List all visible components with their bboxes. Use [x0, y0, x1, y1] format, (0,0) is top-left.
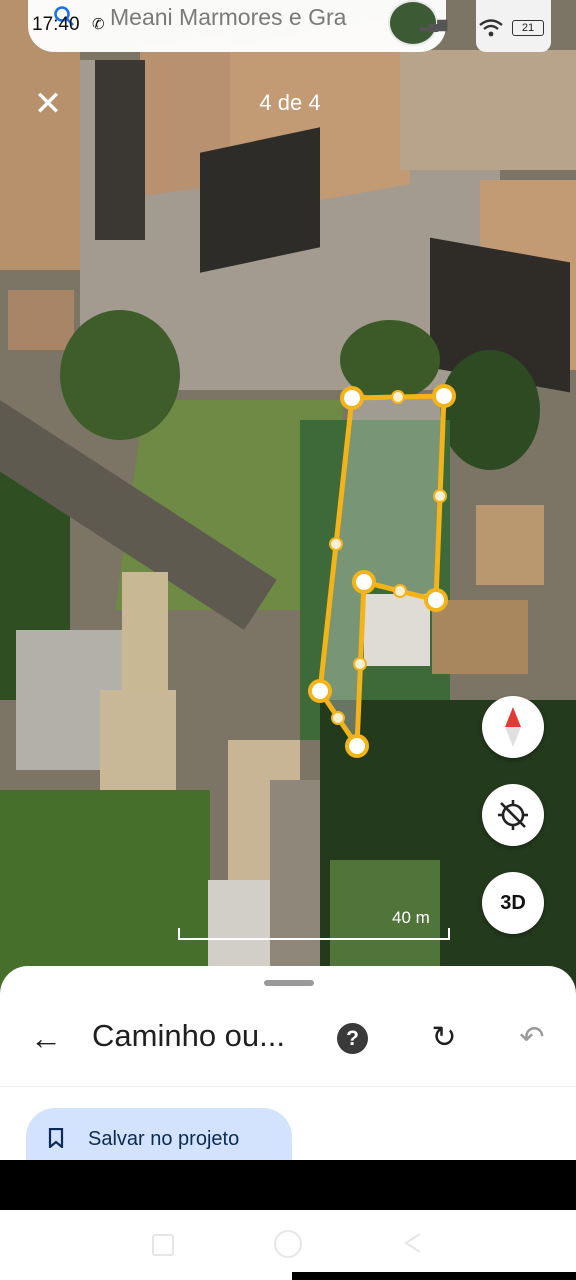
search-query[interactable]: Meani Marmores e Gra	[110, 4, 368, 31]
system-bar	[0, 1160, 576, 1210]
path-vertex[interactable]	[432, 384, 456, 408]
close-icon[interactable]: ✕	[28, 84, 68, 124]
wifi-icon	[479, 19, 503, 37]
back-nav-icon[interactable]	[402, 1232, 424, 1254]
path-midpoint[interactable]	[433, 489, 447, 503]
image-counter: 4 de 4	[259, 90, 321, 115]
signal-icon: ▂▄▆	[420, 16, 447, 31]
path-vertex[interactable]	[345, 734, 369, 758]
scale-label: 40 m	[392, 908, 430, 927]
path-vertex[interactable]	[340, 386, 364, 410]
scale-bar	[178, 928, 450, 940]
compass-button[interactable]	[482, 696, 544, 758]
path-midpoint[interactable]	[393, 584, 407, 598]
sheet-title: Caminho ou...	[92, 1018, 285, 1053]
path-midpoint[interactable]	[353, 657, 367, 671]
back-arrow-icon[interactable]: ←	[30, 1018, 66, 1058]
path-vertex[interactable]	[352, 570, 376, 594]
path-midpoint[interactable]	[391, 390, 405, 404]
system-strip	[292, 1272, 576, 1280]
path-area-fill	[320, 396, 444, 746]
help-icon[interactable]: ?	[337, 1023, 368, 1054]
whatsapp-icon: ✆	[92, 16, 105, 33]
path-midpoint[interactable]	[331, 711, 345, 725]
my-location-button[interactable]	[482, 784, 544, 846]
redo-icon[interactable]: ↻	[428, 1021, 460, 1055]
path-midpoint[interactable]	[329, 537, 343, 551]
sheet-drag-handle[interactable]	[264, 980, 314, 986]
path-vertex[interactable]	[308, 679, 332, 703]
3d-button[interactable]: 3D	[482, 872, 544, 934]
battery-indicator: 21	[512, 20, 544, 36]
measured-path[interactable]	[0, 0, 576, 1000]
divider	[0, 1086, 576, 1087]
undo-icon[interactable]: ↶	[516, 1021, 548, 1055]
location-off-icon	[498, 800, 528, 830]
save-to-project-label: Salvar no projeto	[88, 1128, 240, 1150]
status-time: 17:40	[32, 14, 80, 35]
bookmark-icon	[48, 1128, 64, 1148]
recents-nav-icon[interactable]	[152, 1234, 174, 1256]
path-vertex[interactable]	[424, 588, 448, 612]
compass-icon	[505, 707, 521, 747]
satellite-map[interactable]	[0, 0, 576, 1000]
home-nav-icon[interactable]	[274, 1230, 302, 1258]
